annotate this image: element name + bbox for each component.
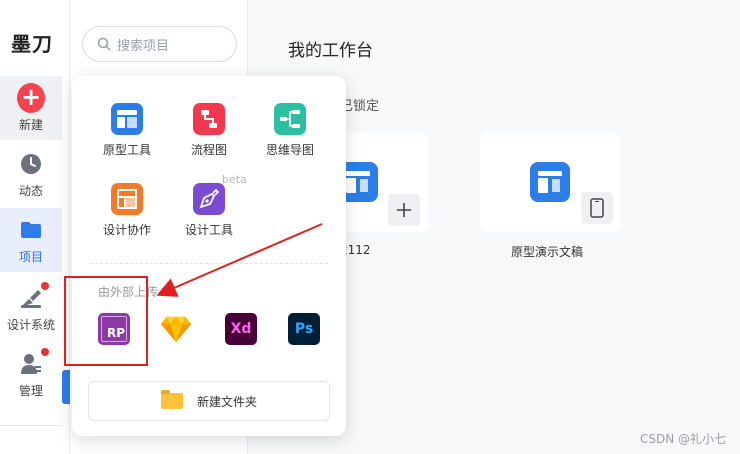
annotation-arrow — [156, 223, 323, 297]
watermark: CSDN @礼小七 — [639, 432, 726, 446]
